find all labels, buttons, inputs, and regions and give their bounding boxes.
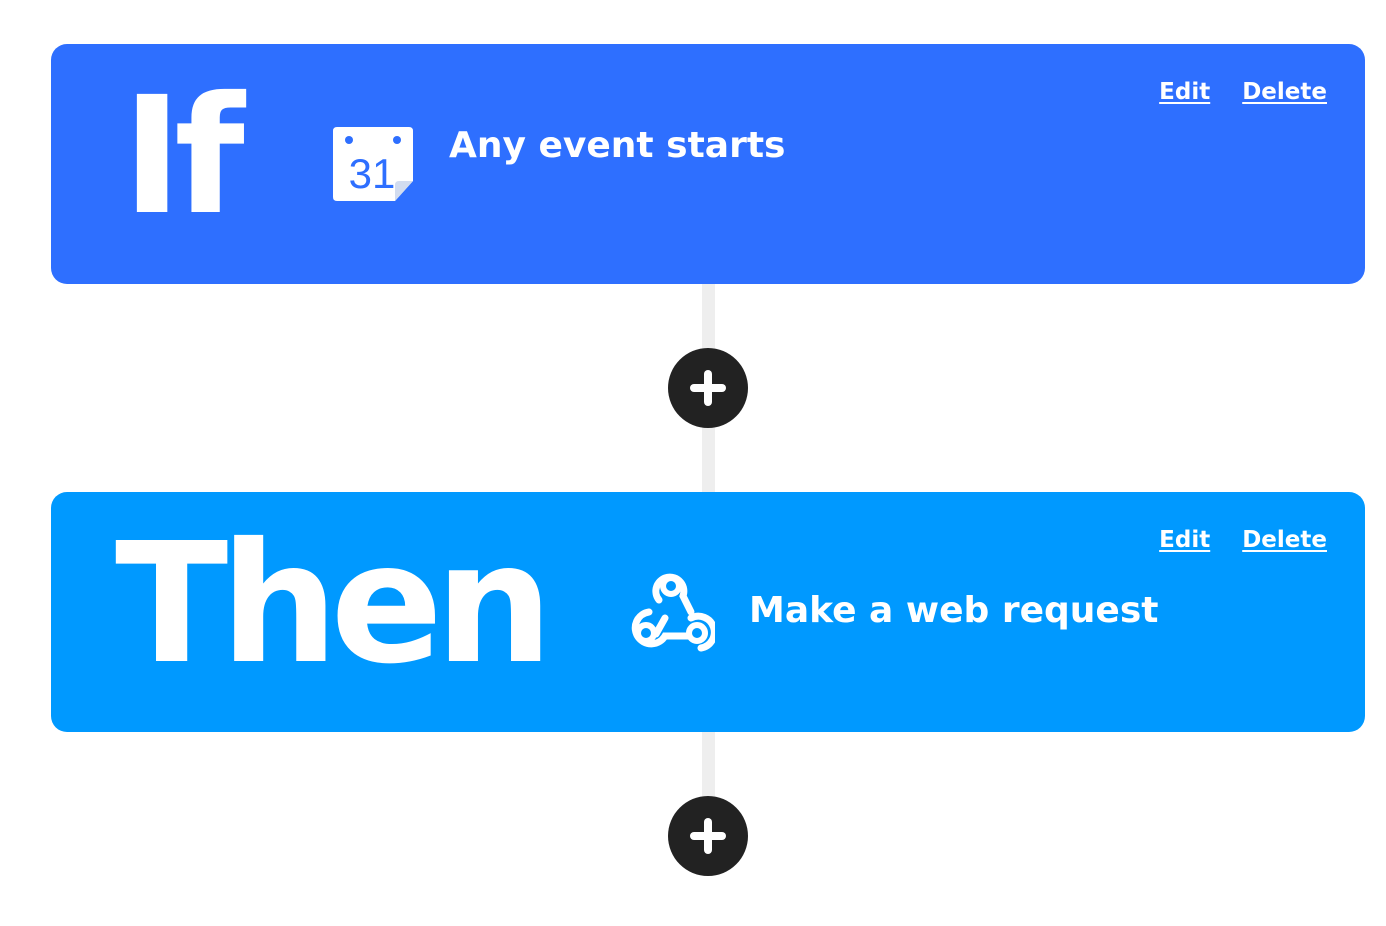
trigger-edit-link[interactable]: Edit [1159, 81, 1210, 104]
plus-icon [690, 370, 726, 406]
webhooks-icon [631, 572, 718, 652]
add-step-button[interactable] [668, 796, 748, 876]
action-delete-link[interactable]: Delete [1242, 529, 1327, 552]
trigger-card: If 31 Any event starts Edit Delete [51, 44, 1365, 284]
action-actions: Edit Delete [1159, 529, 1327, 552]
trigger-actions: Edit Delete [1159, 81, 1327, 104]
google-calendar-icon: 31 [333, 127, 415, 201]
calendar-day: 31 [349, 150, 396, 197]
trigger-delete-link[interactable]: Delete [1242, 81, 1327, 104]
action-label: Make a web request [749, 590, 1159, 631]
if-keyword: If [122, 63, 245, 251]
add-step-button[interactable] [668, 348, 748, 428]
plus-icon [690, 818, 726, 854]
action-card: Then Make a web request Edit Delete [51, 492, 1365, 732]
then-keyword: Then [115, 508, 553, 701]
trigger-label: Any event starts [449, 125, 786, 166]
action-edit-link[interactable]: Edit [1159, 529, 1210, 552]
